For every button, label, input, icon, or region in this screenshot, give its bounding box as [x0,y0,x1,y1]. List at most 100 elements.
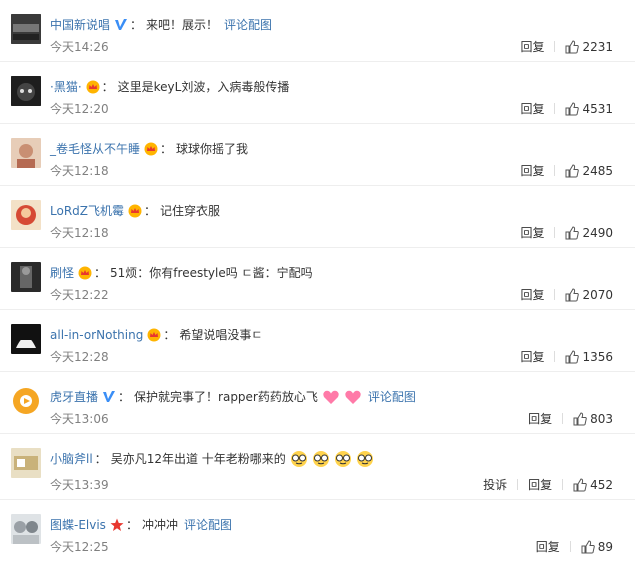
comment-item: 刷怪 ： 51烦：你有freestyle吗 ㄷ酱：宁配吗 今天12:22 回复 … [0,248,635,310]
avatar[interactable] [11,262,41,292]
comment-item: 小脑斧ll ： 吴亦凡12年出道 十年老粉哪来的 今天13:39 投诉 回复 4… [0,434,635,500]
username-link[interactable]: 刷怪 [50,264,74,282]
like-count: 803 [590,411,613,426]
comment-item: _卷毛怪从不午睡 ： 球球你摇了我 今天12:18 回复 2485 [0,124,635,186]
username-link[interactable]: all-in-orNothing [50,326,143,344]
comment-item: all-in-orNothing ： 希望说唱没事ㄷ 今天12:28 回复 13… [0,310,635,372]
comment-text: 这里是keyL刘波，入病毒般传播 [117,80,290,94]
reply-button[interactable]: 回复 [528,410,552,427]
avatar[interactable] [11,14,41,44]
action-divider [554,227,556,238]
avatar[interactable] [11,200,41,230]
action-divider [554,289,556,300]
username-link[interactable]: ·黑猫· [50,78,82,96]
avatar[interactable] [11,386,41,416]
action-divider [554,41,556,52]
comment-list: 中国新说唱 ： 来吧！展示！ 评论配图 今天14:26 回复 2231 ·黑猫·… [0,0,635,563]
thumbs-up-icon [581,539,595,553]
avatar-image [11,14,41,44]
comment-text: 保护就完事了！rapper药药放心飞 [134,390,318,404]
username-link[interactable]: LoRdZ飞机霉 [50,202,124,220]
reply-button[interactable]: 回复 [536,538,560,555]
crown-badge-icon [147,328,161,342]
like-button[interactable]: 452 [573,478,613,492]
colon-text: ： [163,328,176,342]
comment-item: 虎牙直播 ： 保护就完事了！rapper药药放心飞 评论配图 今天13:06 回… [0,372,635,434]
colon-text: ： [160,142,173,156]
thumbs-up-icon [573,477,587,491]
glasses-face-emoji-icon [334,451,351,467]
colon-text: ： [94,452,107,466]
thumbs-up-icon [565,349,580,363]
like-button[interactable]: 2231 [565,40,613,54]
avatar-image [11,76,41,106]
reply-button[interactable]: 回复 [528,476,552,493]
avatar-image [11,514,41,544]
comment-line: 刷怪 ： 51烦：你有freestyle吗 ㄷ酱：宁配吗 [50,264,313,282]
verified-v-icon [103,391,116,402]
comment-image-link[interactable]: 评论配图 [184,516,232,534]
avatar[interactable] [11,76,41,106]
like-button[interactable]: 2490 [565,226,613,240]
crown-badge-icon [128,204,142,218]
thumbs-up-icon [565,39,580,53]
comment-time: 今天12:28 [50,350,109,364]
comment-time: 今天12:18 [50,226,109,240]
comment-text: 吴亦凡12年出道 十年老粉哪来的 [110,452,286,466]
comment-time: 今天13:39 [50,478,109,492]
username-link[interactable]: 小脑斧ll [50,450,93,468]
like-count: 89 [597,539,613,554]
avatar[interactable] [11,514,41,544]
avatar[interactable] [11,138,41,168]
like-button[interactable]: 803 [573,412,613,426]
comment-actions: 回复 89 [536,538,613,555]
username-link[interactable]: _卷毛怪从不午睡 [50,140,140,158]
like-count: 2231 [582,39,613,54]
avatar[interactable] [11,448,41,478]
thumbs-up-icon [573,411,587,425]
reply-button[interactable]: 回复 [520,348,544,365]
username-link[interactable]: 图蝶-Elvis [50,516,106,534]
colon-text: ： [144,204,157,218]
comment-line: _卷毛怪从不午睡 ： 球球你摇了我 [50,140,248,158]
like-count: 2070 [582,287,613,302]
like-count: 2490 [582,225,613,240]
colon-text: ： [118,390,131,404]
like-count: 2485 [582,163,613,178]
report-button[interactable]: 投诉 [483,476,507,493]
username-link[interactable]: 虎牙直播 [50,388,98,406]
like-button[interactable]: 4531 [565,102,613,116]
like-button[interactable]: 89 [581,540,613,554]
reply-button[interactable]: 回复 [520,286,544,303]
avatar-image [11,200,41,230]
like-count: 1356 [582,349,613,364]
glasses-face-emoji-icon [290,451,307,467]
comment-image-link[interactable]: 评论配图 [368,388,416,406]
comment-actions: 回复 2490 [520,224,613,241]
like-button[interactable]: 1356 [565,350,613,364]
colon-text: ： [130,18,143,32]
reply-button[interactable]: 回复 [520,100,544,117]
username-link[interactable]: 中国新说唱 [50,16,110,34]
comment-item: 图蝶-Elvis ： 冲冲冲 评论配图 今天12:25 回复 89 [0,500,635,563]
comment-item: 中国新说唱 ： 来吧！展示！ 评论配图 今天14:26 回复 2231 [0,0,635,62]
avatar-image [11,324,41,354]
crown-badge-icon [86,80,100,94]
comment-time: 今天13:06 [50,412,109,426]
action-divider [562,479,564,490]
crown-badge-icon [78,266,92,280]
avatar[interactable] [11,324,41,354]
reply-button[interactable]: 回复 [520,38,544,55]
thumbs-up-icon [565,225,580,239]
comment-time: 今天12:22 [50,288,109,302]
reply-button[interactable]: 回复 [520,224,544,241]
heart-emoji-icon [323,390,339,404]
comment-image-link[interactable]: 评论配图 [224,16,272,34]
comment-text: 冲冲冲 [141,518,178,532]
like-button[interactable]: 2070 [565,288,613,302]
like-button[interactable]: 2485 [565,164,613,178]
comment-time: 今天14:26 [50,40,109,54]
reply-button[interactable]: 回复 [520,162,544,179]
glasses-face-emoji-icon [312,451,329,467]
action-divider [569,541,571,552]
